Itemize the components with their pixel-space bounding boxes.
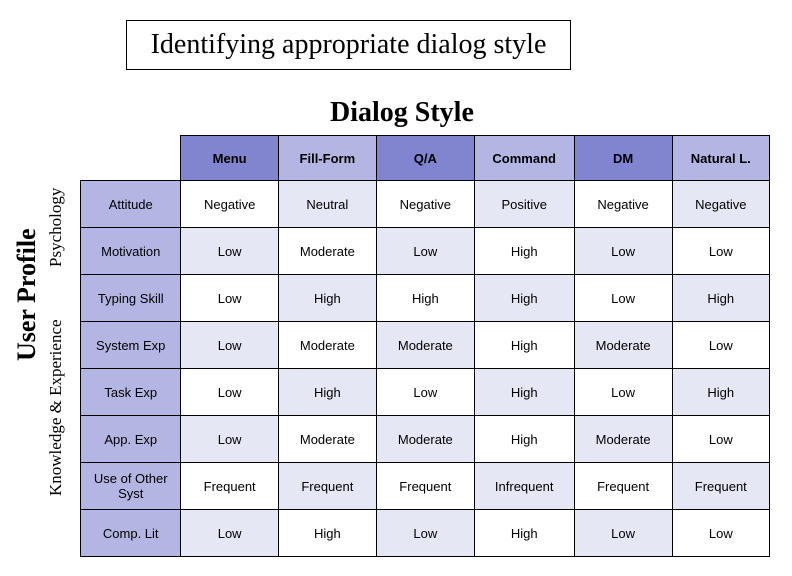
cell: Low [181,416,278,463]
row-label: Task Exp [81,369,181,416]
cell: Moderate [574,416,672,463]
row-label: App. Exp [81,416,181,463]
cell: Low [574,228,672,275]
cell: Negative [181,181,278,228]
cell: High [474,510,574,557]
section-title: Dialog Style [330,97,474,129]
row-label: System Exp [81,322,181,369]
col-menu: Menu [181,136,278,181]
cell: High [474,228,574,275]
row-label: Use of Other Syst [81,463,181,510]
cell: Frequent [181,463,278,510]
table-row: Typing Skill Low High High High Low High [81,275,770,322]
table-row: Task Exp Low High Low High Low High [81,369,770,416]
cell: Frequent [672,463,769,510]
cell: Moderate [574,322,672,369]
cell: Frequent [278,463,376,510]
cell: Moderate [278,416,376,463]
cell: Low [672,228,769,275]
col-fill-form: Fill-Form [278,136,376,181]
cell: Low [672,322,769,369]
axis-label-user-profile: User Profile [12,200,42,390]
dialog-style-table: Menu Fill-Form Q/A Command DM Natural L.… [80,135,770,557]
cell: Low [181,228,278,275]
cell: High [474,416,574,463]
slide-title: Identifying appropriate dialog style [151,29,547,61]
cell: High [278,275,376,322]
cell: Low [672,510,769,557]
table-corner [81,136,181,181]
cell: Low [574,369,672,416]
cell: Neutral [278,181,376,228]
table-row: Attitude Negative Neutral Negative Posit… [81,181,770,228]
cell: Frequent [376,463,474,510]
cell: Low [376,228,474,275]
cell: Positive [474,181,574,228]
table-row: Motivation Low Moderate Low High Low Low [81,228,770,275]
cell: Negative [672,181,769,228]
col-qa: Q/A [376,136,474,181]
slide: Identifying appropriate dialog style Dia… [0,0,792,576]
cell: Negative [376,181,474,228]
cell: Infrequent [474,463,574,510]
cell: High [672,369,769,416]
row-label: Motivation [81,228,181,275]
row-label: Typing Skill [81,275,181,322]
cell: Low [181,369,278,416]
cell: Moderate [278,228,376,275]
cell: High [474,322,574,369]
cell: Low [574,275,672,322]
slide-title-box: Identifying appropriate dialog style [126,20,571,70]
axis-label-knowledge-experience: Knowledge & Experience [46,305,66,510]
cell: Low [376,510,474,557]
cell: Moderate [376,322,474,369]
cell: Low [181,275,278,322]
col-command: Command [474,136,574,181]
table-row: Use of Other Syst Frequent Frequent Freq… [81,463,770,510]
col-natural-l: Natural L. [672,136,769,181]
cell: High [672,275,769,322]
cell: Low [181,510,278,557]
cell: Low [181,322,278,369]
cell: Frequent [574,463,672,510]
axis-label-psychology: Psychology [46,170,66,285]
table-header-row: Menu Fill-Form Q/A Command DM Natural L. [81,136,770,181]
cell: Low [672,416,769,463]
col-dm: DM [574,136,672,181]
cell: High [474,369,574,416]
cell: Low [376,369,474,416]
table-row: System Exp Low Moderate Moderate High Mo… [81,322,770,369]
cell: Negative [574,181,672,228]
table-row: App. Exp Low Moderate Moderate High Mode… [81,416,770,463]
cell: Moderate [376,416,474,463]
cell: Moderate [278,322,376,369]
row-label: Comp. Lit [81,510,181,557]
table-row: Comp. Lit Low High Low High Low Low [81,510,770,557]
cell: High [474,275,574,322]
cell: Low [574,510,672,557]
row-label: Attitude [81,181,181,228]
cell: High [278,369,376,416]
cell: High [376,275,474,322]
cell: High [278,510,376,557]
